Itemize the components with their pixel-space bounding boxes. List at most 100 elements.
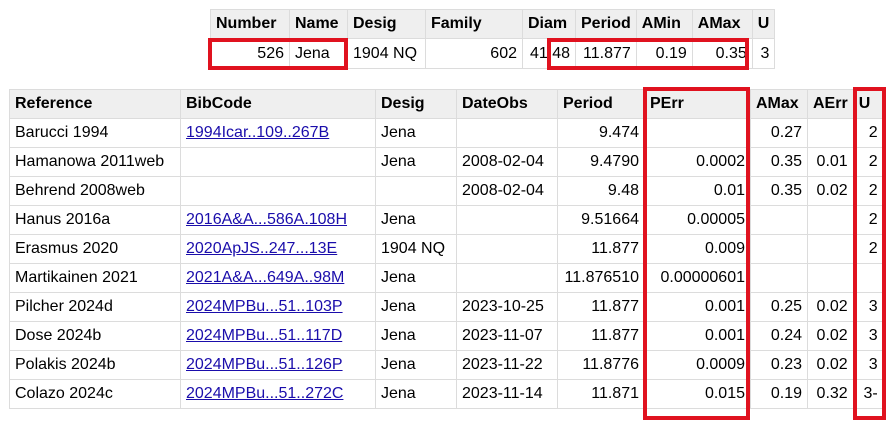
table-row: Barucci 1994 1994Icar..109..267B Jena 9.474… bbox=[9, 118, 884, 148]
cell-u: 2 bbox=[852, 176, 884, 206]
cell-amax: 0.27 bbox=[750, 118, 808, 148]
cell-amax: 0.25 bbox=[750, 292, 808, 322]
cell-amax: 0.24 bbox=[750, 321, 808, 351]
cell-u: 3 bbox=[852, 321, 884, 351]
cell-dateobs bbox=[456, 118, 558, 148]
cell-dateobs: 2008-02-04 bbox=[456, 147, 558, 177]
bibcode-link[interactable]: 2024MPBu...51..117D bbox=[186, 327, 342, 344]
cell-family: 602 bbox=[425, 38, 523, 69]
cell-dateobs bbox=[456, 234, 558, 264]
cell-aerr bbox=[807, 205, 854, 235]
cell-dateobs: 2023-11-14 bbox=[456, 379, 558, 409]
cell-name: Jena bbox=[289, 38, 348, 69]
cell-bibcode: 2024MPBu...51..126P bbox=[180, 350, 376, 380]
cell-desig: Jena bbox=[375, 118, 457, 148]
cell-bibcode bbox=[180, 147, 376, 177]
cell-amax: 0.35 bbox=[750, 147, 808, 177]
cell-aerr: 0.32 bbox=[807, 379, 854, 409]
cell-bibcode: 1994Icar..109..267B bbox=[180, 118, 376, 148]
cell-dateobs: 2008-02-04 bbox=[456, 176, 558, 206]
cell-amax: 0.23 bbox=[750, 350, 808, 380]
cell-bibcode: 2024MPBu...51..117D bbox=[180, 321, 376, 351]
cell-desig: Jena bbox=[375, 321, 457, 351]
header-aerr: AErr bbox=[807, 89, 854, 119]
header-period: Period bbox=[557, 89, 645, 119]
summary-row: 526 Jena 1904 NQ 602 41.48 11.877 0.19 0… bbox=[210, 38, 776, 69]
cell-desig: Jena bbox=[375, 147, 457, 177]
cell-reference: Barucci 1994 bbox=[9, 118, 181, 148]
cell-perr: 0.015 bbox=[644, 379, 751, 409]
cell-dateobs bbox=[456, 263, 558, 293]
cell-period: 11.876510 bbox=[557, 263, 645, 293]
cell-reference: Behrend 2008web bbox=[9, 176, 181, 206]
cell-reference: Erasmus 2020 bbox=[9, 234, 181, 264]
references-header-row: Reference BibCode Desig DateObs Period P… bbox=[9, 89, 884, 119]
cell-reference: Colazo 2024c bbox=[9, 379, 181, 409]
cell-u: 3 bbox=[852, 350, 884, 380]
bibcode-link[interactable]: 2020ApJS..247...13E bbox=[186, 240, 337, 257]
cell-desig: Jena bbox=[375, 263, 457, 293]
cell-period: 11.877 bbox=[575, 38, 637, 69]
header-number: Number bbox=[210, 9, 290, 39]
cell-perr bbox=[644, 118, 751, 148]
header-name: Name bbox=[289, 9, 348, 39]
bibcode-link[interactable]: 1994Icar..109..267B bbox=[186, 124, 329, 141]
table-row: Hamanowa 2011web Jena 2008-02-04 9.4790 0.00… bbox=[9, 147, 884, 177]
header-dateobs: DateObs bbox=[456, 89, 558, 119]
header-u: U bbox=[751, 9, 776, 39]
header-diam: Diam bbox=[522, 9, 576, 39]
bibcode-link[interactable]: 2024MPBu...51..103P bbox=[186, 298, 343, 315]
table-row: Erasmus 2020 2020ApJS..247...13E 1904 NQ 11… bbox=[9, 234, 884, 264]
table-row: Colazo 2024c 2024MPBu...51..272C Jena 2023-… bbox=[9, 379, 884, 409]
cell-amax: 0.35 bbox=[750, 176, 808, 206]
cell-reference: Hanus 2016a bbox=[9, 205, 181, 235]
header-desig: Desig bbox=[375, 89, 457, 119]
cell-perr: 0.0002 bbox=[644, 147, 751, 177]
cell-bibcode: 2020ApJS..247...13E bbox=[180, 234, 376, 264]
cell-amax: 0.35 bbox=[691, 38, 753, 69]
table-row: Hanus 2016a 2016A&A...586A.108H Jena 9.5166… bbox=[9, 205, 884, 235]
cell-aerr bbox=[807, 263, 854, 293]
cell-period: 9.474 bbox=[557, 118, 645, 148]
header-bibcode: BibCode bbox=[180, 89, 376, 119]
cell-desig: 1904 NQ bbox=[347, 38, 426, 69]
header-u: U bbox=[852, 89, 884, 119]
cell-dateobs: 2023-11-07 bbox=[456, 321, 558, 351]
cell-reference: Hamanowa 2011web bbox=[9, 147, 181, 177]
lightcurve-references-table: Reference BibCode Desig DateObs Period P… bbox=[9, 89, 884, 409]
cell-diam: 41.48 bbox=[522, 38, 576, 69]
cell-amax bbox=[750, 234, 808, 264]
cell-dateobs: 2023-10-25 bbox=[456, 292, 558, 322]
cell-aerr: 0.02 bbox=[807, 176, 854, 206]
cell-amax bbox=[750, 205, 808, 235]
table-row: Dose 2024b 2024MPBu...51..117D Jena 2023-11… bbox=[9, 321, 884, 351]
bibcode-link[interactable]: 2016A&A...586A.108H bbox=[186, 211, 347, 228]
cell-desig bbox=[375, 176, 457, 206]
cell-aerr: 0.01 bbox=[807, 147, 854, 177]
cell-amax bbox=[750, 263, 808, 293]
cell-u: 2 bbox=[852, 234, 884, 264]
table-row: Polakis 2024b 2024MPBu...51..126P Jena 2023… bbox=[9, 350, 884, 380]
cell-u bbox=[852, 263, 884, 293]
bibcode-link[interactable]: 2024MPBu...51..126P bbox=[186, 356, 343, 373]
cell-u: 2 bbox=[852, 147, 884, 177]
table-row: Behrend 2008web 2008-02-04 9.48 0.01 0.35 0.0… bbox=[9, 176, 884, 206]
header-period: Period bbox=[575, 9, 637, 39]
cell-aerr: 0.02 bbox=[807, 292, 854, 322]
cell-reference: Martikainen 2021 bbox=[9, 263, 181, 293]
table-row: Martikainen 2021 2021A&A...649A..98M Jena 1… bbox=[9, 263, 884, 293]
cell-dateobs: 2023-11-22 bbox=[456, 350, 558, 380]
cell-period: 9.4790 bbox=[557, 147, 645, 177]
cell-reference: Dose 2024b bbox=[9, 321, 181, 351]
cell-period: 11.871 bbox=[557, 379, 645, 409]
cell-aerr: 0.02 bbox=[807, 321, 854, 351]
cell-period: 9.51664 bbox=[557, 205, 645, 235]
cell-perr: 0.01 bbox=[644, 176, 751, 206]
cell-perr: 0.001 bbox=[644, 321, 751, 351]
cell-period: 9.48 bbox=[557, 176, 645, 206]
cell-period: 11.877 bbox=[557, 234, 645, 264]
bibcode-link[interactable]: 2024MPBu...51..272C bbox=[186, 385, 343, 402]
cell-u: 3 bbox=[751, 38, 776, 69]
bibcode-link[interactable]: 2021A&A...649A..98M bbox=[186, 269, 344, 286]
cell-amin: 0.19 bbox=[635, 38, 693, 69]
